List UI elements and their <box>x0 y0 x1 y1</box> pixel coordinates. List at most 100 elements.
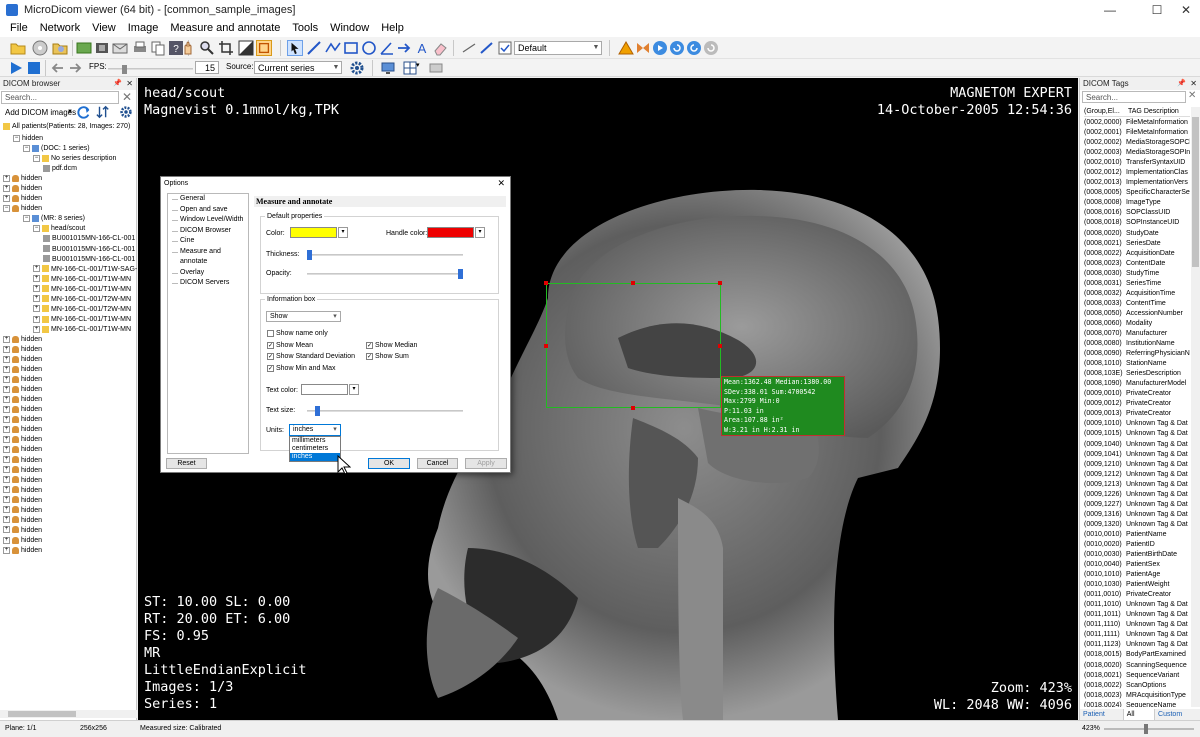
film-icon[interactable] <box>94 40 110 56</box>
nav-window-level[interactable]: Window Level/Width <box>168 215 248 226</box>
tree-node[interactable]: + MN-166-CL-001/T1W-SAG-PC <box>0 265 137 275</box>
expand-icon[interactable]: + <box>3 436 10 444</box>
rotate-right-icon[interactable] <box>686 40 702 56</box>
menu-measure[interactable]: Measure and annotate <box>164 20 286 37</box>
menu-image[interactable]: Image <box>122 20 165 37</box>
checkbox-show-median[interactable]: ✓ <box>366 342 373 349</box>
tag-row[interactable]: (0018,0022) ScanOptions <box>1084 681 1190 691</box>
tag-row[interactable]: (0008,0060) Modality <box>1084 319 1190 329</box>
expand-icon[interactable]: + <box>3 355 10 363</box>
zoom-icon[interactable] <box>199 40 215 56</box>
chevron-down-icon[interactable]: ▾ <box>349 384 359 395</box>
nav-general[interactable]: General <box>168 194 248 205</box>
expand-icon[interactable]: + <box>3 335 10 343</box>
browser-search-input[interactable]: Search... <box>1 91 119 104</box>
tree-node[interactable]: + hidden <box>0 445 137 455</box>
expand-icon[interactable]: + <box>3 466 10 474</box>
tree-node[interactable]: − (DOC: 1 series) <box>0 144 137 154</box>
tag-row[interactable]: (0008,0080) InstitutionName <box>1084 339 1190 349</box>
tree-node[interactable]: + hidden <box>0 184 137 194</box>
collapse-icon[interactable]: − <box>33 225 40 233</box>
tag-row[interactable]: (0018,0020) ScanningSequence <box>1084 661 1190 671</box>
play-icon[interactable] <box>8 60 24 76</box>
expand-icon[interactable]: + <box>3 174 10 182</box>
tag-row[interactable]: (0018,0021) SequenceVariant <box>1084 671 1190 681</box>
tag-row[interactable]: (0009,1227) Unknown Tag & Dat <box>1084 500 1190 510</box>
tag-row[interactable]: (0002,0002) MediaStorageSOPCl <box>1084 138 1190 148</box>
units-option-centimeters[interactable]: centimeters <box>290 445 340 453</box>
roi-handle[interactable] <box>631 406 635 410</box>
zoom-slider[interactable] <box>1104 724 1194 734</box>
settings-gear-icon[interactable] <box>349 60 365 76</box>
tag-row[interactable]: (0010,1010) PatientAge <box>1084 570 1190 580</box>
play-series-icon[interactable] <box>652 40 668 56</box>
tree-node[interactable]: + MN-166-CL-001/T2W-MN <box>0 295 137 305</box>
tree-node[interactable]: + hidden <box>0 375 137 385</box>
sync-icon[interactable] <box>428 60 444 76</box>
annotation-properties-icon[interactable] <box>497 40 513 56</box>
tag-row[interactable]: (0011,1010) Unknown Tag & Dat <box>1084 600 1190 610</box>
tree-node[interactable]: + MN-166-CL-001/T2W-MN <box>0 305 137 315</box>
tab-patient-info[interactable]: Patient inf... <box>1080 709 1124 729</box>
menu-network[interactable]: Network <box>34 20 86 37</box>
reset-icon[interactable] <box>703 40 719 56</box>
tag-row[interactable]: (0009,0012) PrivateCreator <box>1084 399 1190 409</box>
close-panel-icon[interactable]: ✕ <box>126 78 133 90</box>
tree-node[interactable]: − hidden <box>0 204 137 214</box>
tag-row[interactable]: (0011,1110) Unknown Tag & Dat <box>1084 620 1190 630</box>
color-swatch[interactable] <box>290 227 337 238</box>
expand-icon[interactable]: + <box>3 516 10 524</box>
add-dicom-images-button[interactable]: Add DICOM images <box>5 108 76 117</box>
tree-node[interactable]: + hidden <box>0 456 137 466</box>
tree-node[interactable]: + hidden <box>0 385 137 395</box>
window-level-icon[interactable] <box>238 40 254 56</box>
collapse-icon[interactable]: − <box>23 144 30 152</box>
expand-icon[interactable]: + <box>3 405 10 413</box>
previous-icon[interactable] <box>50 60 66 76</box>
pin-icon[interactable]: 📌 <box>113 78 122 90</box>
tree-node[interactable]: + hidden <box>0 415 137 425</box>
tag-row[interactable]: (0002,0000) FileMetaInformation <box>1084 118 1190 128</box>
tag-row[interactable]: (0002,0001) FileMetaInformation <box>1084 128 1190 138</box>
line-thickness-icon[interactable] <box>461 40 477 56</box>
tag-row[interactable]: (0008,0020) StudyDate <box>1084 229 1190 239</box>
tree-node[interactable]: + MN-166-CL-001/T1W-MN <box>0 325 137 335</box>
tag-row[interactable]: (0008,0008) ImageType <box>1084 198 1190 208</box>
units-option-millimeters[interactable]: millimeters <box>290 437 340 445</box>
tag-row[interactable]: (0009,1041) Unknown Tag & Dat <box>1084 450 1190 460</box>
tag-row[interactable]: (0009,1212) Unknown Tag & Dat <box>1084 470 1190 480</box>
expand-icon[interactable]: + <box>3 526 10 534</box>
source-select[interactable]: Current series ▼ <box>254 61 342 74</box>
opacity-slider[interactable] <box>307 269 463 279</box>
arrow-icon[interactable] <box>396 40 412 56</box>
tree-node[interactable]: + hidden <box>0 335 137 345</box>
tree-node[interactable]: + MN-166-CL-001/T1W-MN <box>0 275 137 285</box>
col-group-element[interactable]: (Group,El... <box>1084 107 1126 116</box>
tree-node[interactable]: − hidden <box>0 134 137 144</box>
apply-button[interactable]: Apply <box>465 458 507 469</box>
tag-row[interactable]: (0011,1111) Unknown Tag & Dat <box>1084 630 1190 640</box>
stop-icon[interactable] <box>26 60 42 76</box>
tag-row[interactable]: (0008,0018) SOPInstanceUID <box>1084 218 1190 228</box>
tree-node[interactable]: + hidden <box>0 526 137 536</box>
tag-row[interactable]: (0009,1015) Unknown Tag & Dat <box>1084 429 1190 439</box>
expand-icon[interactable]: + <box>3 194 10 202</box>
roi-zoom-icon[interactable] <box>256 40 272 56</box>
tab-all-tags[interactable]: All Tags <box>1123 709 1156 729</box>
collapse-icon[interactable]: − <box>33 154 40 162</box>
handle-color-swatch[interactable] <box>427 227 474 238</box>
expand-icon[interactable]: + <box>3 446 10 454</box>
print-icon[interactable] <box>132 40 148 56</box>
tree-node[interactable]: BU001015MN-166-CL-001 <box>0 234 137 244</box>
tree-node[interactable]: + hidden <box>0 405 137 415</box>
tag-row[interactable]: (0008,0023) ContentDate <box>1084 259 1190 269</box>
line-color-icon[interactable] <box>479 40 495 56</box>
expand-icon[interactable]: + <box>3 345 10 353</box>
ellipse-icon[interactable] <box>361 40 377 56</box>
expand-icon[interactable]: + <box>3 426 10 434</box>
tree-node[interactable]: + hidden <box>0 466 137 476</box>
thickness-slider[interactable] <box>307 250 463 260</box>
expand-icon[interactable]: + <box>33 285 40 293</box>
expand-icon[interactable]: + <box>3 395 10 403</box>
tag-row[interactable]: (0018,0023) MRAcquisitionType <box>1084 691 1190 701</box>
